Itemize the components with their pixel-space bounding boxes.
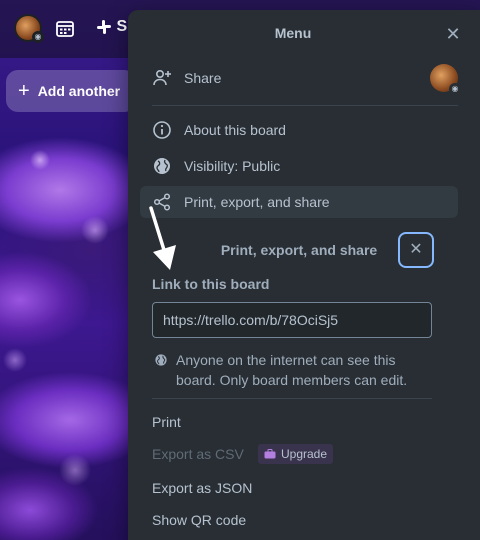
menu-item-label: About this board	[184, 122, 286, 138]
globe-icon	[154, 158, 170, 174]
print-button[interactable]: Print	[152, 414, 181, 430]
popover-divider	[152, 398, 432, 399]
menu-item-label: Visibility: Public	[184, 158, 281, 174]
menu-item-print-export-share[interactable]: Print, export, and share	[140, 186, 458, 218]
menu-divider	[152, 105, 458, 106]
menu-item-label: Share	[184, 70, 222, 86]
plus-icon: +	[18, 80, 30, 102]
visibility-info: Anyone on the internet can see this boar…	[154, 350, 434, 390]
export-json-button[interactable]: Export as JSON	[152, 480, 252, 496]
slack-icon	[97, 19, 111, 34]
visibility-info-text: Anyone on the internet can see this boar…	[176, 352, 408, 388]
upgrade-badge[interactable]: Upgrade	[258, 444, 334, 464]
add-another-label: Add another	[37, 83, 121, 99]
print-export-share-popover: Print, export, and share ✕ Link to this …	[140, 228, 458, 540]
popover-close-button[interactable]: ✕	[398, 232, 434, 268]
add-user-icon	[153, 69, 171, 86]
upgrade-label: Upgrade	[281, 447, 328, 461]
menu-item-label: Print, export, and share	[184, 194, 330, 210]
share-icon	[153, 193, 171, 211]
board-link-field[interactable]: https://trello.com/b/78OciSj5	[152, 302, 432, 338]
menu-item-share[interactable]: Share	[140, 62, 458, 94]
export-csv-button[interactable]: Export as CSV	[152, 446, 244, 462]
info-icon	[153, 121, 171, 139]
member-avatar[interactable]: ◉	[14, 14, 44, 43]
close-icon: ✕	[409, 241, 423, 258]
menu-item-about[interactable]: About this board	[140, 114, 458, 146]
calendar-icon[interactable]	[56, 20, 74, 37]
close-icon[interactable]: ✕	[442, 23, 464, 45]
briefcase-icon	[264, 449, 276, 459]
admin-badge-icon: ◉	[32, 31, 44, 43]
menu-title: Menu	[274, 25, 312, 41]
globe-icon	[155, 354, 167, 366]
add-another-list-button[interactable]: + Add another	[6, 70, 136, 112]
slack-label: S	[116, 18, 128, 35]
link-label: Link to this board	[152, 276, 270, 292]
show-qr-code-button[interactable]: Show QR code	[152, 512, 246, 528]
menu-item-visibility[interactable]: Visibility: Public	[140, 150, 458, 182]
